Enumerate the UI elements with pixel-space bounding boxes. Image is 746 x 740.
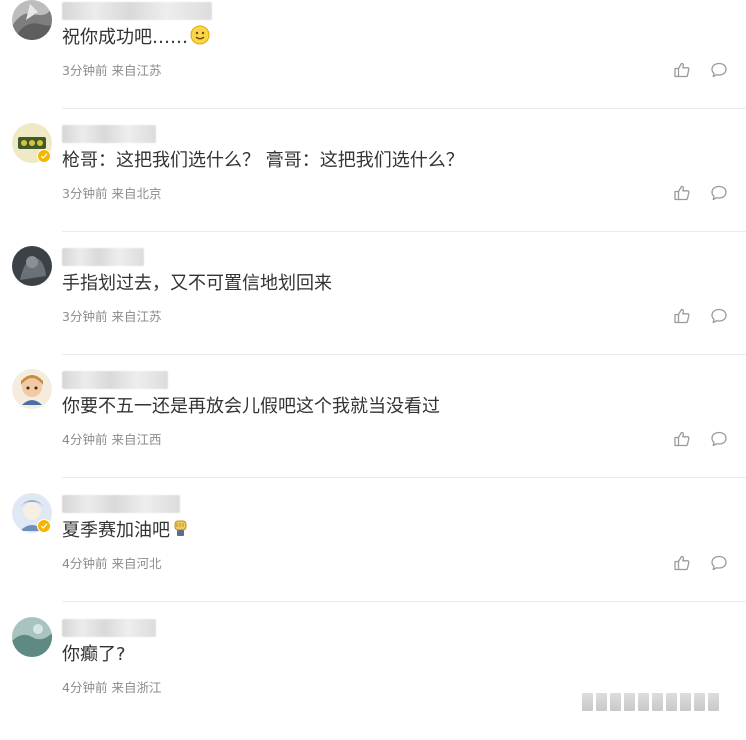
comment-meta: 3分钟前 来自北京 [62, 185, 161, 203]
divider [62, 477, 746, 478]
comment-item: 祝你成功吧…… 3分钟前 来自江苏 [0, 0, 746, 123]
comment-reply-icon[interactable] [710, 184, 728, 202]
comment-item: 枪哥：这把我们选什么？ 膏哥：这把我们选什么？ 3分钟前 来自北京 [0, 123, 746, 246]
comment-reply-icon[interactable] [710, 61, 728, 79]
username-blurred[interactable] [62, 619, 156, 637]
comment-time: 3分钟前 [62, 186, 108, 201]
avatar[interactable] [12, 246, 52, 286]
comment-location: 来自江西 [111, 432, 162, 447]
like-icon[interactable] [673, 307, 691, 325]
comment-text-content: 夏季赛加油吧 [62, 520, 170, 541]
comment-location: 来自江苏 [111, 63, 162, 78]
comment-time: 4分钟前 [62, 432, 108, 447]
like-icon[interactable] [673, 61, 691, 79]
username-blurred[interactable] [62, 125, 156, 143]
comment-text: 祝你成功吧…… [62, 25, 210, 53]
comment-item: 你癫了? 4分钟前 来自浙江 [0, 617, 746, 740]
divider [62, 108, 746, 109]
like-icon[interactable] [673, 554, 691, 572]
comment-reply-icon[interactable] [710, 307, 728, 325]
username-blurred[interactable] [62, 248, 144, 266]
comment-location: 来自江苏 [111, 309, 162, 324]
comment-location: 来自河北 [111, 556, 162, 571]
avatar[interactable] [12, 369, 52, 409]
divider [62, 601, 746, 602]
verified-badge-icon [37, 519, 51, 533]
comment-list: 祝你成功吧…… 3分钟前 来自江苏 枪哥：这把我们选什么？ 膏哥：这把我们选什么… [0, 0, 746, 726]
like-icon[interactable] [673, 184, 691, 202]
avatar[interactable] [12, 0, 52, 40]
avatar-image [12, 617, 52, 657]
username-blurred[interactable] [62, 2, 212, 20]
comment-text: 枪哥：这把我们选什么？ 膏哥：这把我们选什么？ [62, 150, 464, 171]
avatar[interactable] [12, 617, 52, 657]
comment-time: 4分钟前 [62, 556, 108, 571]
watermark [582, 690, 732, 714]
comment-text: 夏季赛加油吧 [62, 518, 190, 546]
comment-location: 来自北京 [111, 186, 162, 201]
comment-meta: 4分钟前 来自河北 [62, 555, 161, 573]
comment-text: 你要不五一还是再放会儿假吧这个我就当没看过 [62, 396, 440, 417]
divider [62, 231, 746, 232]
username-blurred[interactable] [62, 495, 180, 513]
comment-location: 来自浙江 [111, 680, 162, 695]
comment-item: 你要不五一还是再放会儿假吧这个我就当没看过 4分钟前 来自江西 [0, 369, 746, 492]
comment-meta: 4分钟前 来自浙江 [62, 679, 161, 697]
like-icon[interactable] [673, 430, 691, 448]
comment-time: 4分钟前 [62, 680, 108, 695]
smile-emoji [190, 25, 210, 53]
comment-meta: 3分钟前 来自江苏 [62, 308, 161, 326]
username-blurred[interactable] [62, 371, 168, 389]
avatar-image [12, 246, 52, 286]
comment-meta: 3分钟前 来自江苏 [62, 62, 161, 80]
comment-meta: 4分钟前 来自江西 [62, 431, 161, 449]
comment-time: 3分钟前 [62, 309, 108, 324]
verified-badge-icon [37, 149, 51, 163]
comment-item: 手指划过去，又不可置信地划回来 3分钟前 来自江苏 [0, 246, 746, 369]
avatar-image [12, 369, 52, 409]
fist-emoji [172, 518, 190, 546]
comment-time: 3分钟前 [62, 63, 108, 78]
comment-text: 手指划过去，又不可置信地划回来 [62, 273, 332, 294]
divider [62, 354, 746, 355]
comment-reply-icon[interactable] [710, 430, 728, 448]
comment-item: 夏季赛加油吧 4分钟前 来自河北 [0, 493, 746, 616]
comment-text-content: 祝你成功吧…… [62, 27, 188, 48]
avatar-image [12, 0, 52, 40]
comment-text: 你癫了? [62, 644, 126, 665]
comment-reply-icon[interactable] [710, 554, 728, 572]
